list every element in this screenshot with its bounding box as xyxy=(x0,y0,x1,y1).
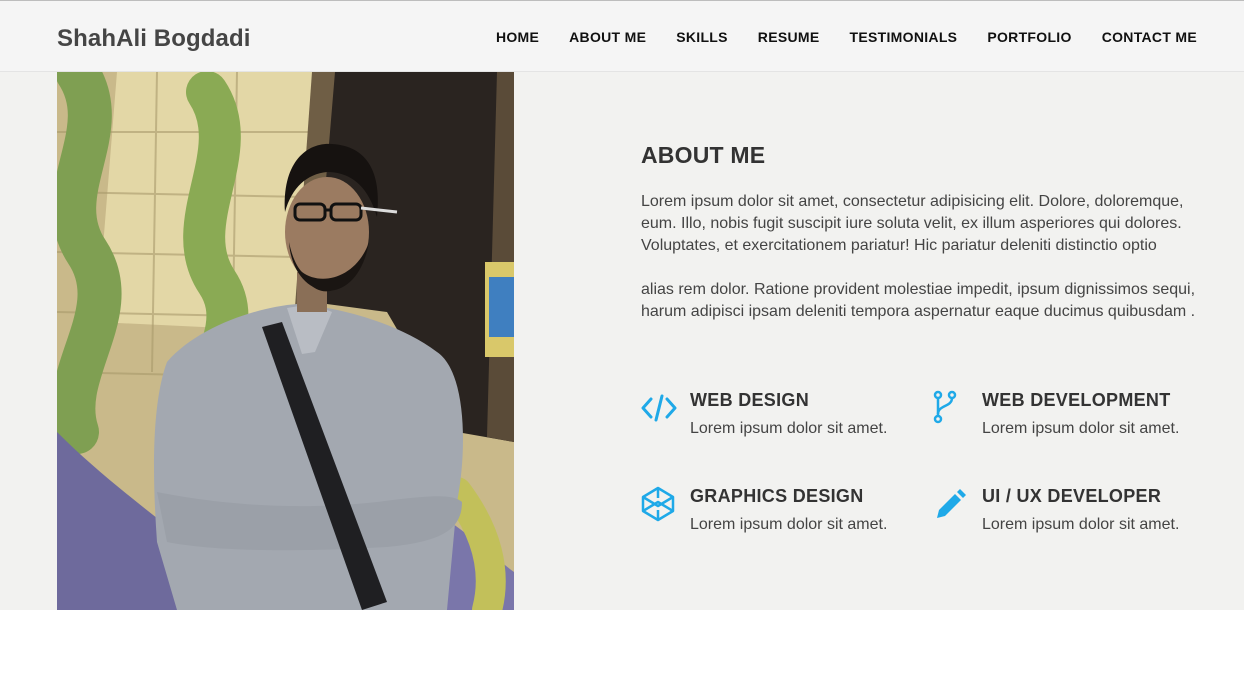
nav-item-portfolio: PORTFOLIO xyxy=(987,29,1071,47)
main-nav: HOME ABOUT ME SKILLS RESUME TESTIMONIALS… xyxy=(466,29,1197,47)
nav-item-resume: RESUME xyxy=(758,29,820,47)
service-title: WEB DESIGN xyxy=(690,390,810,410)
nav-link-portfolio[interactable]: PORTFOLIO xyxy=(987,29,1071,45)
service-text: Lorem ipsum dolor sit amet. xyxy=(982,420,1180,437)
nav-link-resume[interactable]: RESUME xyxy=(758,29,820,45)
git-fork-icon xyxy=(933,390,969,426)
nav-link-home[interactable]: HOME xyxy=(496,29,539,45)
service-ui-ux: UI / UX DEVELOPER Lorem ipsum dolor sit … xyxy=(933,486,1213,546)
code-icon xyxy=(641,390,677,426)
nav-link-skills[interactable]: SKILLS xyxy=(676,29,728,45)
codepen-cube-icon xyxy=(641,486,677,522)
brand-logo[interactable]: ShahAli Bogdadi xyxy=(57,25,251,53)
service-title: WEB DEVELOPMENT xyxy=(982,390,1171,410)
about-heading: ABOUT ME xyxy=(641,142,766,168)
pencil-icon xyxy=(933,486,969,522)
service-text: Lorem ipsum dolor sit amet. xyxy=(982,516,1180,533)
service-title: GRAPHICS DESIGN xyxy=(690,486,864,506)
nav-link-testimonials[interactable]: TESTIMONIALS xyxy=(850,29,958,45)
navbar: ShahAli Bogdadi HOME ABOUT ME SKILLS RES… xyxy=(0,0,1244,72)
nav-item-contact: CONTACT ME xyxy=(1102,29,1197,47)
service-text: Lorem ipsum dolor sit amet. xyxy=(690,420,888,437)
nav-link-contact[interactable]: CONTACT ME xyxy=(1102,29,1197,45)
service-text: Lorem ipsum dolor sit amet. xyxy=(690,516,888,533)
nav-link-about[interactable]: ABOUT ME xyxy=(569,29,646,45)
nav-item-skills: SKILLS xyxy=(676,29,728,47)
profile-photo xyxy=(57,72,514,610)
service-web-design: WEB DESIGN Lorem ipsum dolor sit amet. xyxy=(641,390,921,450)
nav-item-home: HOME xyxy=(496,29,539,47)
about-paragraph-2: alias rem dolor. Ratione provident moles… xyxy=(641,281,1196,320)
service-graphics-design: GRAPHICS DESIGN Lorem ipsum dolor sit am… xyxy=(641,486,921,546)
service-web-development: WEB DEVELOPMENT Lorem ipsum dolor sit am… xyxy=(933,390,1213,450)
page: ShahAli Bogdadi HOME ABOUT ME SKILLS RES… xyxy=(0,0,1244,673)
nav-item-about: ABOUT ME xyxy=(569,29,646,47)
about-section: ABOUT ME Lorem ipsum dolor sit amet, con… xyxy=(0,72,1244,610)
nav-item-testimonials: TESTIMONIALS xyxy=(850,29,958,47)
service-title: UI / UX DEVELOPER xyxy=(982,486,1162,506)
about-paragraph-1: Lorem ipsum dolor sit amet, consectetur … xyxy=(641,193,1184,254)
